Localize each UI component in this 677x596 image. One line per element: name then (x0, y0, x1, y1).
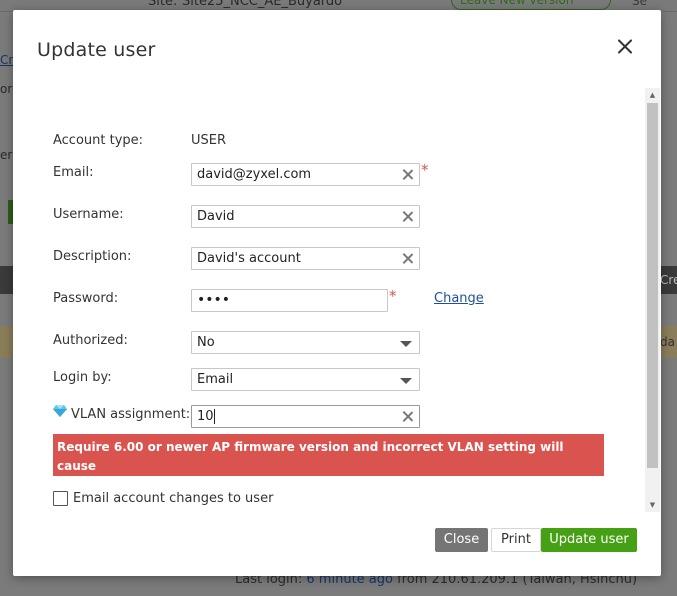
description-value: David's account (197, 251, 301, 266)
close-icon[interactable] (614, 36, 636, 58)
vlan-assignment-input[interactable]: 10 (191, 405, 420, 428)
update-user-dialog: Update user ▲ ▼ Account type: USER Email… (13, 10, 661, 576)
scroll-up-arrow-icon[interactable]: ▲ (645, 88, 660, 102)
background-leave-version-button: Leave New version (451, 0, 611, 10)
authorized-value: No (197, 335, 215, 350)
email-field[interactable]: david@zyxel.com (191, 163, 420, 186)
update-user-button[interactable]: Update user (541, 528, 637, 552)
clear-username-icon[interactable] (402, 211, 413, 222)
change-password-link[interactable]: Change (434, 291, 484, 306)
email-changes-checkbox[interactable] (53, 491, 68, 506)
background-text: or (0, 82, 13, 96)
password-value: •••• (197, 292, 231, 308)
clear-email-icon[interactable] (402, 169, 413, 180)
clear-description-icon[interactable] (402, 253, 413, 264)
background-link: Cr (0, 53, 14, 67)
login-by-value: Email (197, 372, 234, 387)
password-field[interactable]: •••• (191, 289, 388, 312)
authorized-label: Authorized: (53, 333, 128, 348)
password-label: Password: (53, 291, 119, 306)
background-table-row-left (0, 326, 14, 358)
username-label: Username: (53, 207, 124, 222)
email-value: david@zyxel.com (197, 167, 312, 182)
background-search-input: Se (632, 0, 647, 8)
email-changes-label[interactable]: Email account changes to user (73, 491, 273, 506)
background-table-header-left (0, 266, 14, 294)
background-table-row-right: da (660, 326, 677, 358)
login-by-label: Login by: (53, 370, 112, 385)
clear-vlan-icon[interactable] (402, 411, 413, 422)
scroll-down-arrow-icon[interactable]: ▼ (645, 498, 660, 512)
background-table-header-right: Cre (660, 266, 677, 294)
username-field[interactable]: David (191, 205, 420, 228)
email-label: Email: (53, 165, 94, 180)
diamond-icon (53, 405, 67, 417)
background-site-label: Site: (148, 0, 178, 9)
account-type-label: Account type: (53, 133, 144, 148)
dialog-scrollbar[interactable]: ▲ ▼ (645, 88, 660, 512)
background-text-2: er (0, 148, 13, 162)
warning-text-line1: Require 6.00 or newer AP firmware versio… (57, 440, 564, 473)
dialog-title: Update user (37, 39, 156, 61)
description-label: Description: (53, 249, 132, 264)
vlan-assignment-value: 10 (197, 409, 215, 424)
account-type-value: USER (191, 133, 227, 148)
description-field[interactable]: David's account (191, 247, 420, 270)
chevron-down-icon (400, 378, 412, 384)
scroll-thumb[interactable] (647, 103, 658, 468)
vlan-assignment-label: VLAN assignment: (71, 407, 191, 422)
background-site-selector: Site25_NCC_AE_Buyardo (182, 0, 343, 9)
login-by-select[interactable]: Email (191, 368, 420, 391)
email-required-icon: * (421, 161, 429, 179)
close-button[interactable]: Close (435, 528, 488, 552)
authorized-select[interactable]: No (191, 331, 420, 354)
vlan-warning-banner: Require 6.00 or newer AP firmware versio… (53, 434, 604, 492)
print-button[interactable]: Print (491, 528, 541, 552)
password-required-icon: * (389, 287, 397, 305)
chevron-down-icon (400, 341, 412, 347)
username-value: David (197, 209, 235, 224)
